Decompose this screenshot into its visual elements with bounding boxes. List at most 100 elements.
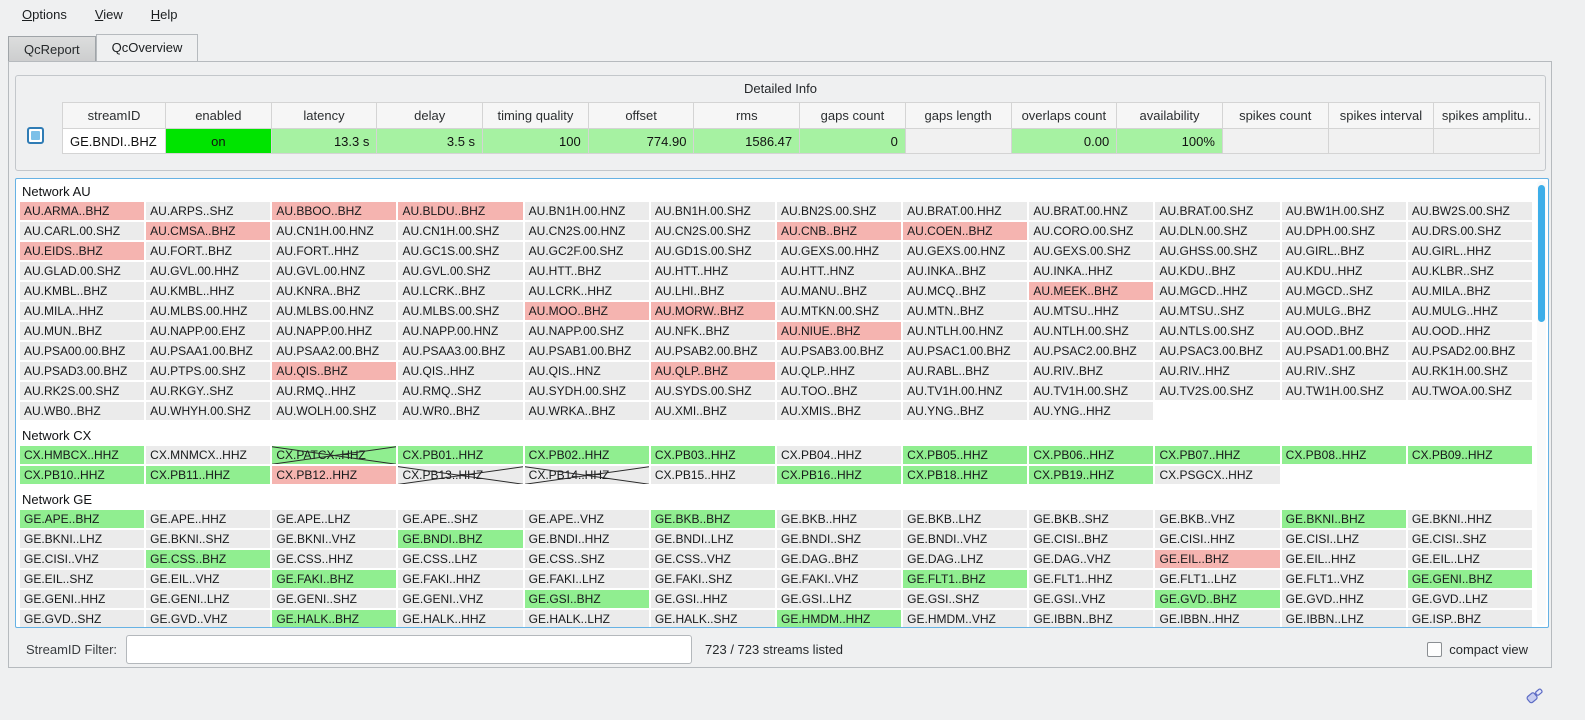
stream-cell[interactable]: AU.MULG..BHZ bbox=[1282, 302, 1406, 320]
stream-cell[interactable]: AU.GD1S.00.SHZ bbox=[651, 242, 775, 260]
stream-cell[interactable]: AU.WHYH.00.SHZ bbox=[146, 402, 270, 420]
stream-cell[interactable]: CX.PB14..HHZ bbox=[525, 466, 649, 484]
stream-cell[interactable]: AU.YNG..HHZ bbox=[1029, 402, 1153, 420]
stream-cell[interactable]: AU.MILA..BHZ bbox=[1408, 282, 1532, 300]
stream-cell[interactable]: AU.CNB..BHZ bbox=[777, 222, 901, 240]
menu-options[interactable]: Options bbox=[10, 3, 79, 26]
stream-cell[interactable]: AU.PSA00.00.BHZ bbox=[20, 342, 144, 360]
stream-cell[interactable]: AU.BRAT.00.SHZ bbox=[1155, 202, 1279, 220]
stream-cell[interactable]: GE.GENI..SHZ bbox=[272, 590, 396, 608]
stream-cell[interactable]: AU.PSAD2.00.BHZ bbox=[1408, 342, 1532, 360]
stream-cell[interactable]: AU.MLBS.00.HNZ bbox=[272, 302, 396, 320]
stream-cell[interactable]: GE.CISI..VHZ bbox=[20, 550, 144, 568]
stream-cell[interactable]: AU.RMQ..SHZ bbox=[398, 382, 522, 400]
stream-cell[interactable]: AU.BW2S.00.SHZ bbox=[1408, 202, 1532, 220]
detail-value-cell[interactable]: 13.3 s bbox=[271, 129, 377, 154]
stream-cell[interactable]: AU.GC1S.00.SHZ bbox=[398, 242, 522, 260]
column-header[interactable]: spikes amplitu.. bbox=[1434, 103, 1540, 129]
stream-cell[interactable]: AU.WB0..BHZ bbox=[20, 402, 144, 420]
detail-value-cell[interactable]: 0.00 bbox=[1011, 129, 1117, 154]
stream-cell[interactable]: AU.KDU..BHZ bbox=[1155, 262, 1279, 280]
stream-cell[interactable]: AU.GEXS.00.HNZ bbox=[903, 242, 1027, 260]
stream-cell[interactable]: AU.PSAA1.00.BHZ bbox=[146, 342, 270, 360]
stream-cell[interactable]: AU.WRKA..BHZ bbox=[525, 402, 649, 420]
stream-cell[interactable]: AU.MUN..BHZ bbox=[20, 322, 144, 340]
stream-cell[interactable]: GE.GENI..BHZ bbox=[1408, 570, 1532, 588]
stream-cell[interactable]: AU.KNRA..BHZ bbox=[272, 282, 396, 300]
stream-cell[interactable]: GE.HMDM..VHZ bbox=[903, 610, 1027, 628]
stream-cell[interactable]: GE.DAG..BHZ bbox=[777, 550, 901, 568]
detail-value-cell[interactable]: 100 bbox=[483, 129, 589, 154]
compact-view-checkbox[interactable] bbox=[1427, 642, 1442, 657]
stream-cell[interactable]: AU.INKA..BHZ bbox=[903, 262, 1027, 280]
stream-cell[interactable]: GE.BKB..SHZ bbox=[1029, 510, 1153, 528]
stream-cell[interactable]: AU.ARMA..BHZ bbox=[20, 202, 144, 220]
stream-cell[interactable]: AU.SYDH.00.SHZ bbox=[525, 382, 649, 400]
stream-cell[interactable]: GE.EIL..LHZ bbox=[1408, 550, 1532, 568]
stream-cell[interactable]: AU.HTT..BHZ bbox=[525, 262, 649, 280]
stream-cell[interactable]: AU.TWOA.00.SHZ bbox=[1408, 382, 1532, 400]
stream-cell[interactable]: AU.MANU..BHZ bbox=[777, 282, 901, 300]
stream-cell[interactable]: AU.BN2S.00.SHZ bbox=[777, 202, 901, 220]
stream-cell[interactable]: AU.MTSU..HHZ bbox=[1029, 302, 1153, 320]
stream-enabled-toggle-icon[interactable] bbox=[27, 127, 44, 144]
column-header[interactable]: overlaps count bbox=[1011, 103, 1117, 129]
menu-help[interactable]: Help bbox=[139, 3, 190, 26]
stream-cell[interactable]: GE.GENI..LHZ bbox=[146, 590, 270, 608]
stream-cell[interactable]: AU.HTT..HHZ bbox=[651, 262, 775, 280]
stream-cell[interactable]: AU.BBOO..BHZ bbox=[272, 202, 396, 220]
stream-cell[interactable]: GE.BNDI..SHZ bbox=[777, 530, 901, 548]
stream-cell[interactable]: AU.PSAA3.00.BHZ bbox=[398, 342, 522, 360]
stream-cell[interactable]: AU.NTLH.00.SHZ bbox=[1029, 322, 1153, 340]
stream-cell[interactable]: GE.GSI..BHZ bbox=[525, 590, 649, 608]
stream-cell[interactable]: AU.QIS..BHZ bbox=[272, 362, 396, 380]
stream-cell[interactable]: GE.FLT1..VHZ bbox=[1282, 570, 1406, 588]
stream-cell[interactable]: GE.CISI..LHZ bbox=[1282, 530, 1406, 548]
stream-cell[interactable]: AU.NTLH.00.HNZ bbox=[903, 322, 1027, 340]
column-header[interactable]: availability bbox=[1117, 103, 1223, 129]
detail-value-cell[interactable] bbox=[905, 129, 1011, 154]
column-header[interactable]: timing quality bbox=[483, 103, 589, 129]
stream-cell[interactable]: CX.PB03..HHZ bbox=[651, 446, 775, 464]
stream-cell[interactable]: AU.TV1H.00.HNZ bbox=[903, 382, 1027, 400]
stream-cell[interactable]: AU.PSAA2.00.BHZ bbox=[272, 342, 396, 360]
stream-cell[interactable]: AU.PSAB3.00.BHZ bbox=[777, 342, 901, 360]
stream-cell[interactable]: AU.OOD..BHZ bbox=[1282, 322, 1406, 340]
stream-cell[interactable]: AU.NAPP.00.SHZ bbox=[525, 322, 649, 340]
stream-cell[interactable]: GE.GSI..HHZ bbox=[651, 590, 775, 608]
stream-cell[interactable]: GE.ISP..BHZ bbox=[1408, 610, 1532, 628]
stream-cell[interactable]: CX.PB02..HHZ bbox=[525, 446, 649, 464]
stream-cell[interactable]: GE.BNDI..LHZ bbox=[651, 530, 775, 548]
stream-cell[interactable]: AU.PTPS.00.SHZ bbox=[146, 362, 270, 380]
stream-cell[interactable]: CX.PB18..HHZ bbox=[903, 466, 1027, 484]
stream-grid-panel[interactable]: Network AUAU.ARMA..BHZAU.ARPS..SHZAU.BBO… bbox=[15, 178, 1549, 628]
stream-cell[interactable]: GE.EIL..BHZ bbox=[1155, 550, 1279, 568]
column-header[interactable]: delay bbox=[377, 103, 483, 129]
stream-cell[interactable]: CX.PB19..HHZ bbox=[1029, 466, 1153, 484]
stream-cell[interactable]: AU.MTN..BHZ bbox=[903, 302, 1027, 320]
stream-cell[interactable]: AU.DRS.00.SHZ bbox=[1408, 222, 1532, 240]
stream-cell[interactable]: AU.GVL.00.SHZ bbox=[398, 262, 522, 280]
stream-cell[interactable]: AU.FORT..HHZ bbox=[272, 242, 396, 260]
stream-cell[interactable]: GE.BNDI..BHZ bbox=[398, 530, 522, 548]
column-header[interactable]: spikes interval bbox=[1328, 103, 1434, 129]
stream-cell[interactable]: GE.GVD..BHZ bbox=[1155, 590, 1279, 608]
stream-cell[interactable]: CX.PB11..HHZ bbox=[146, 466, 270, 484]
stream-cell[interactable]: AU.CN1H.00.HNZ bbox=[272, 222, 396, 240]
stream-cell[interactable]: GE.FLT1..LHZ bbox=[1155, 570, 1279, 588]
stream-cell[interactable]: AU.TW1H.00.SHZ bbox=[1282, 382, 1406, 400]
stream-cell[interactable]: GE.FLT1..BHZ bbox=[903, 570, 1027, 588]
stream-cell[interactable]: AU.MORW..BHZ bbox=[651, 302, 775, 320]
stream-cell[interactable]: AU.GVL.00.HHZ bbox=[146, 262, 270, 280]
stream-cell[interactable]: AU.XMI..BHZ bbox=[651, 402, 775, 420]
stream-cell[interactable]: AU.MTKN.00.SHZ bbox=[777, 302, 901, 320]
stream-cell[interactable]: CX.PB13..HHZ bbox=[398, 466, 522, 484]
stream-cell[interactable]: AU.NFK..BHZ bbox=[651, 322, 775, 340]
stream-cell[interactable]: CX.HMBCX..HHZ bbox=[20, 446, 144, 464]
stream-cell[interactable]: AU.NAPP.00.HHZ bbox=[272, 322, 396, 340]
stream-cell[interactable]: AU.INKA..HHZ bbox=[1029, 262, 1153, 280]
stream-cell[interactable]: AU.MEEK..BHZ bbox=[1029, 282, 1153, 300]
stream-cell[interactable]: AU.NAPP.00.EHZ bbox=[146, 322, 270, 340]
stream-cell[interactable]: GE.HALK..SHZ bbox=[651, 610, 775, 628]
stream-cell[interactable]: GE.APE..SHZ bbox=[398, 510, 522, 528]
